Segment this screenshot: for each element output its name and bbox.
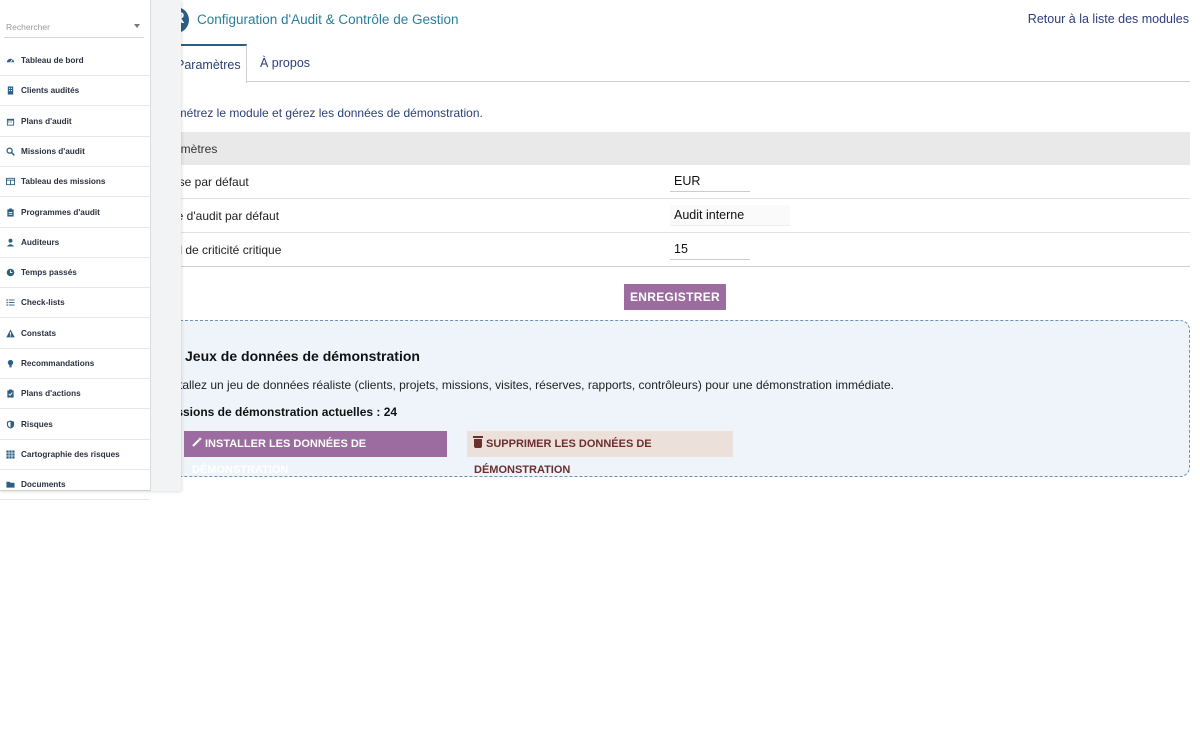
trash-icon	[473, 436, 483, 448]
search-icon	[6, 147, 15, 156]
demo-missions-count: issions de démonstration actuelles : 24	[173, 405, 398, 419]
menu-scrollbar[interactable]	[150, 0, 181, 491]
menu-item-label: Check-lists	[21, 298, 65, 308]
currency-input[interactable]: EUR	[670, 171, 750, 192]
menu-item-label: Tableau des missions	[21, 177, 106, 187]
install-demo-button[interactable]: INSTALLER LES DONNÉES DE DÉMONSTRATION	[184, 431, 447, 476]
calendar-icon	[6, 117, 15, 126]
menu-item-label: Risques	[21, 419, 53, 429]
menu-item-label: Recommandations	[21, 359, 95, 368]
menu-item-12[interactable]: Risques	[0, 410, 150, 440]
menu-item-6[interactable]: Auditeurs	[0, 228, 150, 258]
audit-type-input[interactable]: Audit interne	[670, 205, 790, 226]
delete-demo-button[interactable]: SUPPRIMER LES DONNÉES DE DÉMONSTRATION	[467, 431, 733, 476]
menu-item-11[interactable]: Plans d'actions	[0, 379, 150, 410]
lightbulb-icon	[6, 359, 15, 368]
menu-item-label: Auditeurs	[21, 237, 60, 247]
menu-item-label: Clients audités	[21, 86, 80, 96]
columns-icon	[6, 177, 15, 186]
param-row-currency: vise par défaut EUR	[160, 165, 1190, 199]
param-label: pe d'audit par défaut	[170, 209, 280, 223]
menu-item-label: Tableau de bord	[21, 56, 84, 65]
module-menu-dropdown: Rechercher Tableau de bord Clients audité…	[0, 0, 181, 501]
menu-item-label: Constats	[21, 328, 57, 338]
menu-item-label: Plans d'actions	[21, 389, 81, 399]
menu-item-label: Temps passés	[21, 268, 77, 278]
save-button[interactable]: ENREGISTRER	[624, 284, 726, 310]
menu-item-7[interactable]: Temps passés	[0, 258, 150, 289]
menu-item-2[interactable]: Plans d'audit	[0, 107, 150, 137]
clock-icon	[6, 268, 15, 277]
demo-title-text: Jeux de données de démonstration	[185, 348, 420, 364]
shield-icon	[6, 420, 15, 429]
menu-item-14[interactable]: Documents	[0, 470, 150, 501]
menu-item-label: Programmes d'audit	[21, 207, 100, 217]
dashboard-icon	[6, 56, 15, 65]
menu-item-label: Cartographie des risques	[21, 449, 120, 459]
tab-a-propos[interactable]: À propos	[260, 44, 310, 82]
param-label: vise par défaut	[170, 175, 249, 189]
menu-item-3[interactable]: Missions d'audit	[0, 137, 150, 167]
warning-icon	[6, 329, 15, 338]
menu-item-4[interactable]: Tableau des missions	[0, 167, 150, 198]
menu-item-9[interactable]: Constats	[0, 319, 150, 349]
page-title: Configuration d'Audit & Contrôle de Gest…	[197, 12, 459, 27]
menu-search-input[interactable]: Rechercher	[4, 15, 144, 38]
folder-icon	[6, 480, 15, 489]
menu-item-1[interactable]: Clients audités	[0, 76, 150, 107]
demo-description: stallez un jeu de données réaliste (clie…	[173, 378, 895, 392]
menu-item-5[interactable]: Programmes d'audit	[0, 198, 150, 228]
menu-item-13[interactable]: Cartographie des risques	[0, 440, 150, 470]
user-icon	[6, 238, 15, 247]
install-demo-label: INSTALLER LES DONNÉES DE DÉMONSTRATION	[192, 438, 367, 476]
param-label: uil de criticité critique	[170, 243, 282, 257]
menu-item-label: Documents	[21, 480, 66, 490]
clipboard-check-icon	[6, 389, 15, 398]
list-icon	[6, 298, 15, 307]
menu-item-label: Plans d'audit	[21, 116, 72, 126]
magic-wand-icon	[192, 431, 202, 457]
clipboard-icon	[6, 207, 15, 217]
delete-demo-label: SUPPRIMER LES DONNÉES DE DÉMONSTRATION	[474, 438, 652, 476]
menu-item-10[interactable]: Recommandations	[0, 349, 150, 379]
intro-text: amétrez le module et gérez les données d…	[170, 106, 483, 120]
params-section-header: ramètres	[160, 132, 1190, 165]
menu-item-0[interactable]: Tableau de bord	[0, 46, 150, 76]
param-row-criticality: uil de criticité critique 15	[160, 233, 1190, 267]
demo-title: Jeux de données de démonstration	[173, 348, 420, 364]
back-to-modules-link[interactable]: Retour à la liste des modules	[1028, 12, 1189, 26]
criticality-threshold-input[interactable]: 15	[670, 239, 750, 260]
demo-data-panel: Jeux de données de démonstration stallez…	[150, 320, 1190, 477]
menu-item-label: Missions d'audit	[21, 146, 85, 156]
menu-item-8[interactable]: Check-lists	[0, 288, 150, 319]
menu-search-placeholder: Rechercher	[6, 22, 50, 32]
building-icon	[6, 86, 15, 95]
param-row-audit-type: pe d'audit par défaut Audit interne	[160, 199, 1190, 233]
chevron-down-icon[interactable]	[134, 24, 140, 28]
grid-icon	[6, 450, 15, 459]
